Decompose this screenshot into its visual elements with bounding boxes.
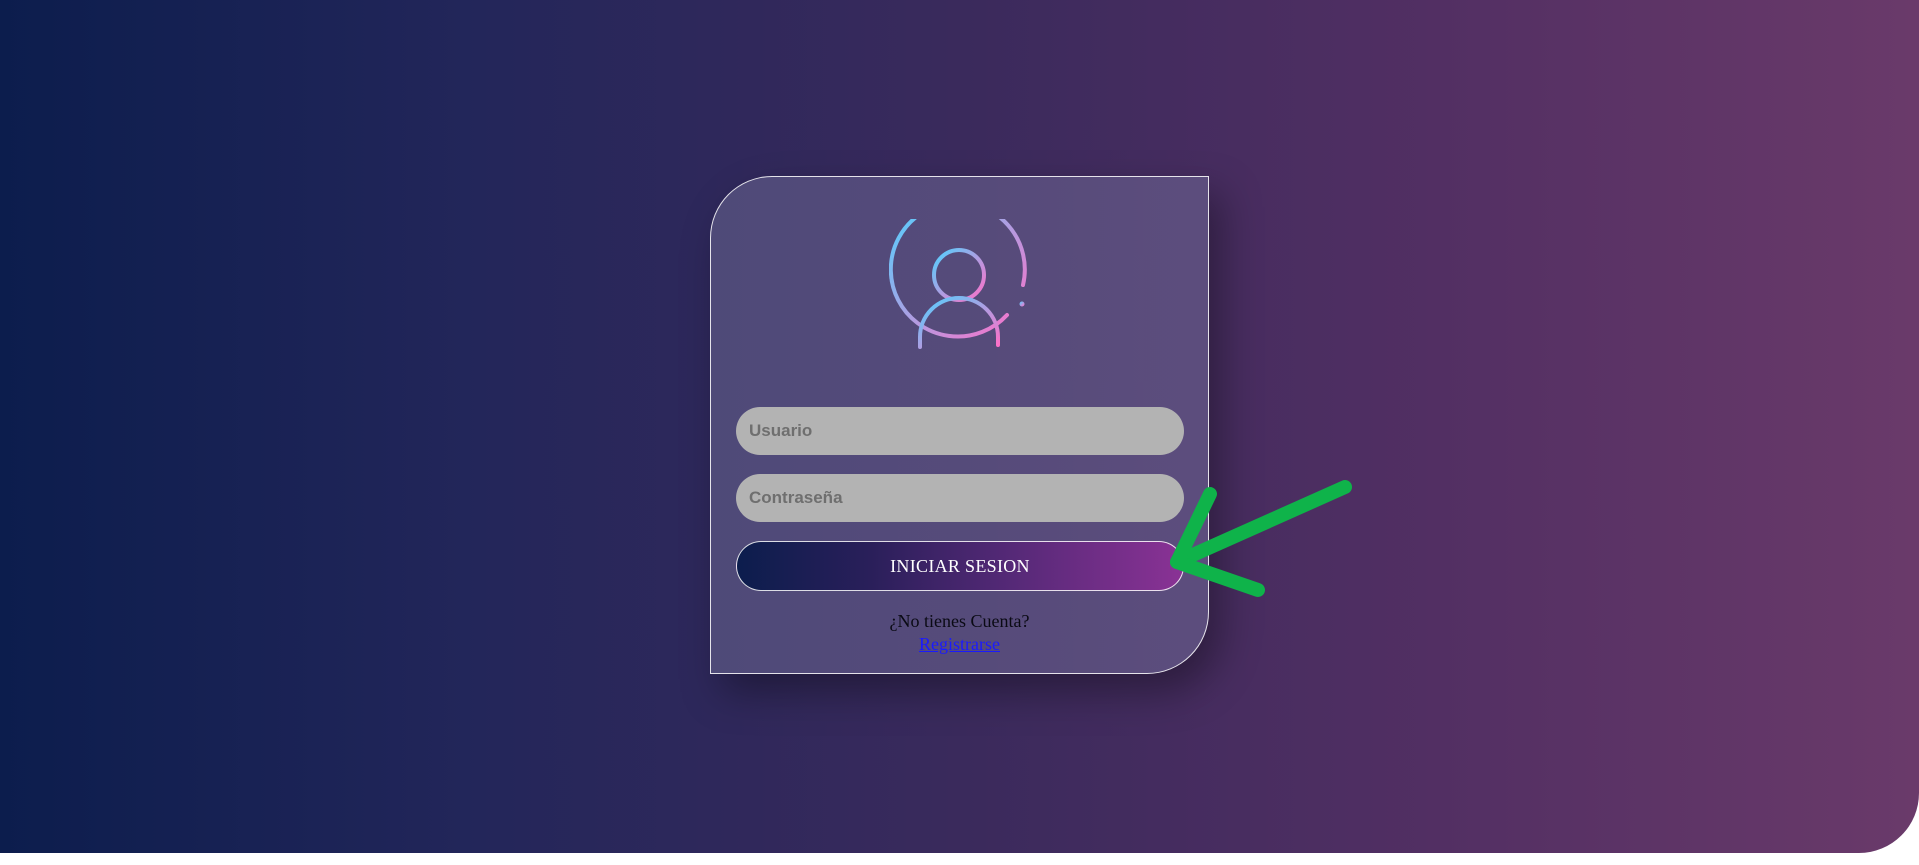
- user-circle-icon: [889, 219, 1027, 349]
- green-arrow-icon: [1170, 480, 1352, 597]
- login-button[interactable]: INICIAR SESION: [736, 541, 1184, 591]
- username-field[interactable]: [736, 407, 1184, 455]
- register-link-container: Registrarse: [711, 634, 1208, 655]
- register-link[interactable]: Registrarse: [919, 634, 1000, 654]
- no-account-text: ¿No tienes Cuenta?: [889, 611, 1030, 631]
- password-field[interactable]: [736, 474, 1184, 522]
- login-card: INICIAR SESION ¿No tienes Cuenta? Regist…: [710, 176, 1209, 674]
